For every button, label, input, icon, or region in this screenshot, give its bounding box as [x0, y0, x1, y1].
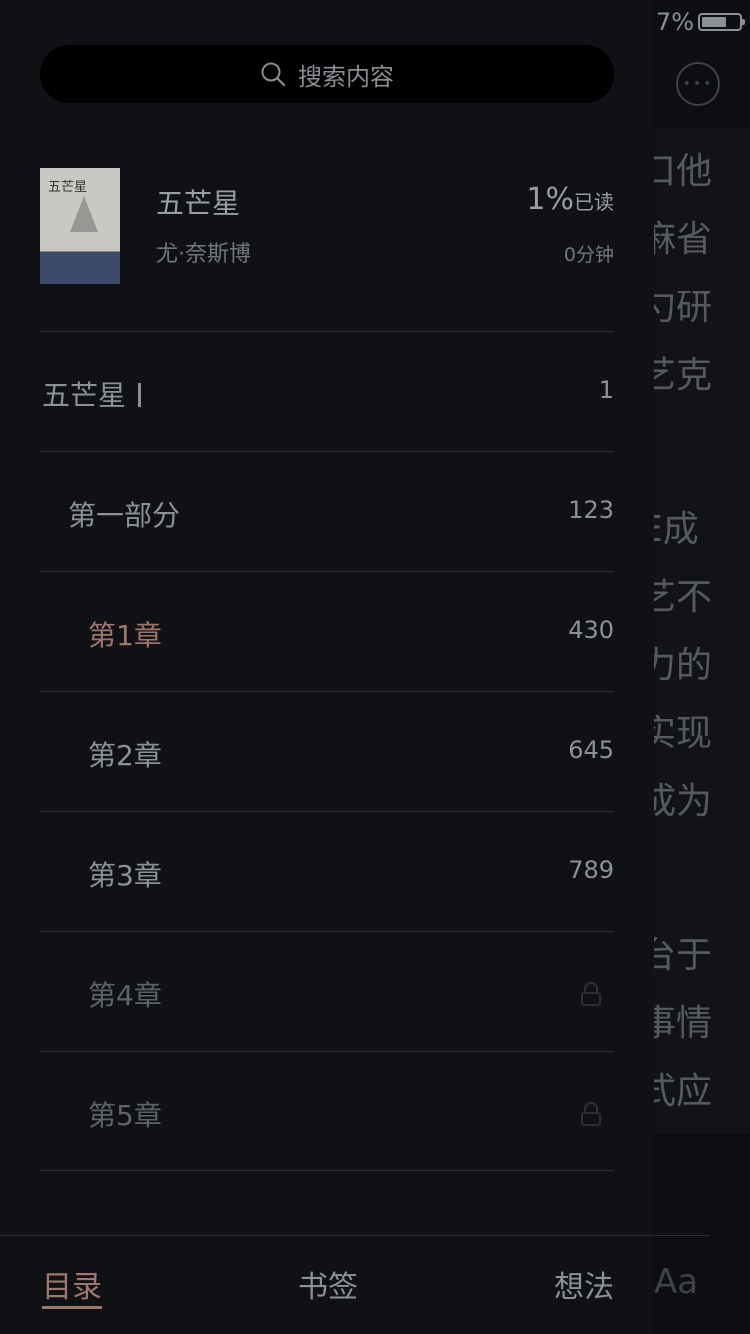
search-icon — [261, 62, 286, 87]
toc-item-label: 第一部分 — [68, 499, 181, 532]
lock-icon — [581, 982, 601, 1006]
book-cover: 五芒星 — [40, 168, 120, 284]
battery-percent: 7% — [655, 8, 694, 36]
reader-line: E成 — [654, 509, 699, 550]
toc-item-label: 第5章 — [88, 1099, 162, 1132]
toc-item-part-1[interactable]: 第一部分 123 — [40, 451, 614, 571]
toc-item-page: 1 — [598, 376, 614, 404]
active-tab-indicator — [42, 1306, 102, 1309]
toc-item-label: 五芒星 — [42, 374, 142, 414]
tab-notes[interactable]: 想法 — [554, 1262, 614, 1306]
reader-line: 口他 — [654, 151, 713, 192]
lock-icon — [581, 1102, 601, 1126]
ellipsis-icon: ••• — [682, 76, 714, 92]
read-time: 0分钟 — [563, 244, 614, 266]
reading-progress: 1%已读 — [526, 182, 614, 217]
more-options-button[interactable]: ••• — [676, 62, 720, 106]
status-bar: 7% — [655, 8, 745, 36]
book-author: 尤·奈斯博 — [156, 242, 251, 267]
toc-item-book[interactable]: 五芒星 1 — [40, 331, 614, 451]
tab-label: 想法 — [554, 1270, 614, 1305]
toc-item-chapter-1[interactable]: 第1章 430 — [40, 571, 614, 691]
reader-line: 式应 — [654, 1071, 713, 1112]
reader-line: 成为 — [654, 781, 713, 822]
toc-item-label: 第3章 — [88, 859, 162, 892]
progress-label: 已读 — [574, 190, 614, 214]
reader-text-area[interactable]: 口他 麻省 勺研 艺克 E成 艺不 力的 实现 成为 台于 事情 式应 — [654, 128, 750, 1134]
search-placeholder: 搜索内容 — [298, 62, 394, 91]
reader-line: 事情 — [654, 1003, 713, 1044]
table-of-contents-drawer: 搜索内容 五芒星 五芒星 尤·奈斯博 1%已读 0分钟 五芒星 1 第一部分 1… — [0, 0, 654, 1334]
font-size-button[interactable]: Aa — [654, 1262, 698, 1302]
reader-line: 实现 — [654, 713, 713, 754]
toc-item-chapter-3[interactable]: 第3章 789 — [40, 811, 614, 931]
toc-item-label: 第1章 — [88, 619, 162, 652]
current-marker — [138, 383, 142, 407]
tab-label: 书签 — [298, 1270, 358, 1305]
toc-item-page: 645 — [568, 736, 614, 764]
search-input[interactable]: 搜索内容 — [40, 45, 614, 103]
toc-item-text: 五芒星 — [42, 379, 127, 412]
toc-item-label: 第4章 — [88, 979, 162, 1012]
reader-line: 力的 — [654, 645, 713, 686]
battery-icon — [698, 13, 745, 31]
cover-star-shape — [70, 196, 98, 232]
tab-label: 目录 — [42, 1270, 102, 1305]
toc-item-page: 789 — [568, 856, 614, 884]
progress-value: 1% — [526, 182, 574, 217]
reader-line: 艺不 — [654, 577, 713, 618]
toc-item-chapter-4[interactable]: 第4章 — [40, 931, 614, 1051]
toc-list: 五芒星 1 第一部分 123 第1章 430 第2章 645 第3章 789 第… — [40, 331, 614, 1171]
toc-item-chapter-5[interactable]: 第5章 — [40, 1051, 614, 1171]
reader-line: 台于 — [654, 935, 713, 976]
toc-item-page: 430 — [568, 616, 614, 644]
book-info[interactable]: 五芒星 五芒星 尤·奈斯博 1%已读 0分钟 — [40, 168, 614, 284]
toc-item-chapter-2[interactable]: 第2章 645 — [40, 691, 614, 811]
reader-line: 艺克 — [654, 355, 713, 396]
bottom-divider — [0, 1235, 710, 1236]
tab-contents[interactable]: 目录 — [42, 1262, 102, 1309]
cover-title: 五芒星 — [48, 180, 88, 195]
book-title: 五芒星 — [156, 187, 241, 220]
reader-line: 勺研 — [654, 287, 713, 328]
toc-item-page: 123 — [568, 496, 614, 524]
bottom-tab-bar: 目录 书签 想法 — [40, 1262, 614, 1312]
reader-line: 麻省 — [654, 219, 713, 260]
toc-item-label: 第2章 — [88, 739, 162, 772]
tab-bookmarks[interactable]: 书签 — [298, 1262, 358, 1306]
